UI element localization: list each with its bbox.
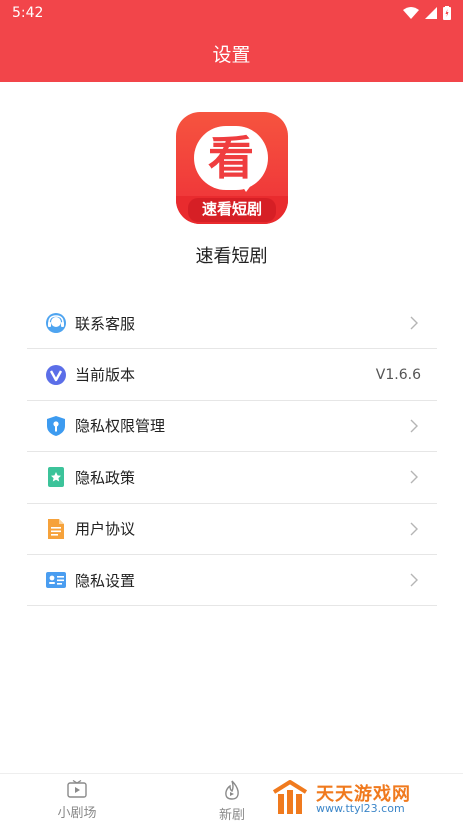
chevron-right-icon [410,573,418,587]
id-card-icon [46,572,66,589]
bookmark-star-icon [48,467,64,488]
chevron-right-icon [410,316,418,330]
watermark-logo-icon [272,780,308,814]
menu-item-contact-service[interactable]: 联系客服 [27,298,437,350]
menu-item-label: 当前版本 [75,366,136,385]
menu-item-label: 隐私设置 [75,571,136,590]
menu-item-label: 用户协议 [75,520,136,539]
tab-label: 小剧场 [57,806,97,821]
menu-item-user-agreement[interactable]: 用户协议 [27,504,437,555]
shield-icon [47,415,65,436]
watermark: 天天游戏网 www.ttyl23.com [256,774,463,824]
version-value: V1.6.6 [375,366,421,383]
menu-item-label: 隐私权限管理 [75,417,166,436]
menu-item-privacy-permissions[interactable]: 隐私权限管理 [27,401,437,453]
chevron-right-icon [410,470,418,484]
watermark-url: www.ttyl23.com [316,802,405,815]
status-bar: 5:42 [0,0,463,26]
chevron-right-icon [410,522,418,536]
status-time: 5:42 [12,5,44,21]
header: 5:42 设置 [0,0,463,82]
version-icon [46,364,66,385]
logo-band: 速看短剧 [176,196,288,224]
settings-menu: 联系客服 当前版本 V1.6.6 隐私权限管理 隐私政策 用户协议 隐私设置 [27,298,437,607]
document-icon [48,518,64,539]
battery-icon [443,6,451,20]
chevron-right-icon [410,419,418,433]
app-logo: 看 速看短剧 [176,112,288,224]
menu-item-current-version[interactable]: 当前版本 V1.6.6 [27,349,437,401]
tv-icon [67,780,87,798]
menu-item-privacy-policy[interactable]: 隐私政策 [27,452,437,504]
flame-icon [225,780,239,800]
headset-icon [46,313,66,334]
menu-item-privacy-settings[interactable]: 隐私设置 [27,555,437,607]
logo-band-text: 速看短剧 [201,200,262,218]
wifi-icon [403,7,419,19]
menu-item-label: 联系客服 [75,314,136,333]
logo-char: 看 [208,131,254,185]
menu-item-label: 隐私政策 [75,468,136,487]
status-icons [403,6,451,20]
signal-icon [425,7,437,19]
app-name: 速看短剧 [195,246,268,267]
tab-theater[interactable]: 小剧场 [37,780,117,821]
page-title: 设置 [212,44,251,66]
